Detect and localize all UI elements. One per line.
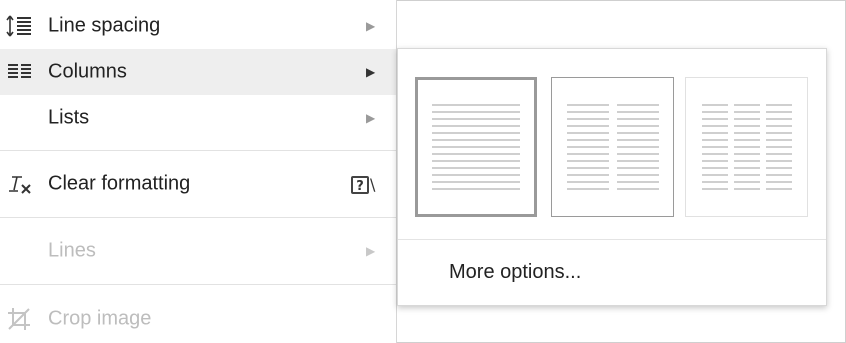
columns-icon (6, 59, 34, 85)
keyboard-shortcut: ? \ (351, 174, 375, 194)
one-column-preview-icon (432, 104, 520, 190)
two-columns-preview-icon (567, 104, 659, 190)
submenu-arrow-icon: ▶ (366, 111, 376, 125)
shortcut-suffix: \ (370, 175, 376, 194)
line-spacing-icon (6, 13, 34, 39)
format-menu: Line spacing ▶ Columns ▶ Lists ▶ Clear f… (0, 0, 397, 343)
menu-item-label: Columns (48, 60, 127, 83)
three-columns-preview-icon (702, 104, 792, 190)
menu-item-label: Clear formatting (48, 172, 191, 195)
submenu-arrow-icon: ▶ (366, 244, 376, 258)
one-column-option[interactable] (415, 77, 537, 217)
menu-divider (0, 150, 396, 151)
submenu-divider (398, 239, 826, 240)
menu-item-crop-image[interactable]: Crop image (0, 296, 396, 342)
menu-item-line-spacing[interactable]: Line spacing ▶ (0, 3, 396, 49)
menu-divider (0, 217, 396, 218)
submenu-arrow-icon: ▶ (366, 19, 376, 33)
menu-divider (0, 284, 396, 285)
shortcut-key-icon: ? (351, 175, 369, 194)
menu-item-label: Lists (48, 106, 90, 129)
menu-item-label: Crop image (48, 307, 152, 330)
menu-item-lines[interactable]: Lines ▶ (0, 228, 396, 274)
menu-item-clear-formatting[interactable]: Clear formatting ? \ (0, 161, 396, 207)
menu-item-columns[interactable]: Columns ▶ (0, 49, 396, 95)
crop-icon (6, 306, 34, 332)
two-columns-option[interactable] (551, 77, 674, 217)
menu-item-label: Lines (48, 239, 96, 262)
menu-item-label: Line spacing (48, 14, 161, 37)
submenu-arrow-icon: ▶ (366, 65, 376, 79)
clear-formatting-icon (6, 171, 34, 197)
menu-item-lists[interactable]: Lists ▶ (0, 95, 396, 141)
columns-submenu: More options... (397, 48, 827, 306)
three-columns-option[interactable] (685, 77, 808, 217)
more-options-item[interactable]: More options... (449, 261, 581, 284)
